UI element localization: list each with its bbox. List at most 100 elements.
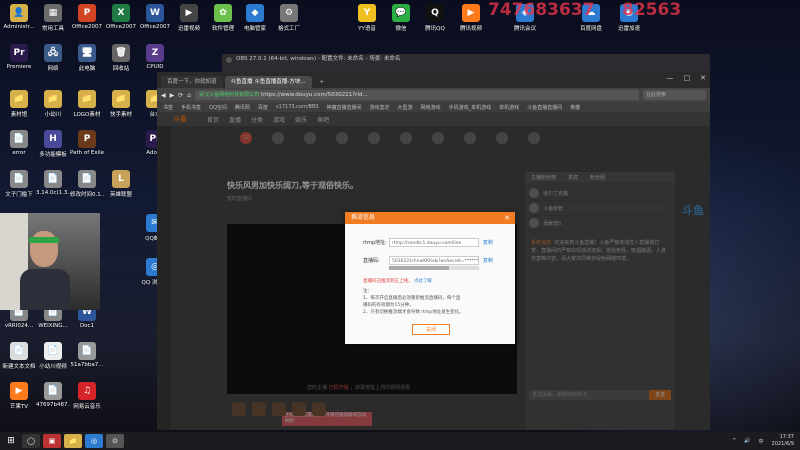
desktop-icon[interactable]: 📄 文子门槛下 [2,170,36,198]
desktop-app-icon: H [44,130,62,148]
desktop-icon-label: WEIXING... [38,323,68,329]
desktop-app-icon: ✿ [214,4,232,22]
desktop-icon[interactable]: 📁 快手素材 [104,90,138,118]
desktop-icon[interactable]: Y YY语音 [350,4,384,32]
home-icon[interactable]: ⌂ [187,92,191,99]
desktop-icon-label: YY语音 [358,26,376,32]
desktop-icon[interactable]: 💬 微信 [384,4,418,32]
copy-code-button[interactable]: 复制 [483,257,493,264]
desktop-icon[interactable]: 📄 修改时间0.1... [70,170,104,198]
obs-window-titlebar[interactable]: OBS 27.0.1 (64-bit, windows) - 配置文件: 未命名… [222,54,710,72]
desktop-icon[interactable]: P Path of Exile [70,130,104,156]
bookmark-item[interactable]: 手机书签 [181,104,201,111]
desktop-icon[interactable]: ▶ 芒果TV [2,382,36,410]
desktop-icon-label: Doc1 [79,323,95,329]
desktop-icon[interactable]: 🖥 此电脑 [70,44,104,72]
desktop-icon[interactable]: 📄 error [2,130,36,156]
code-field[interactable]: 5030221rhnwKKhx&?wsSecret=******* [389,256,479,265]
tab-douyu[interactable]: 斗鱼直播 斗鱼直播直播-方块... [224,76,312,88]
bookmark-item[interactable]: 斗鱼直播直播间 [527,104,562,111]
desktop-icon[interactable]: 📄 47697b487... [36,382,70,408]
bookmark-item[interactable]: 手机游戏_单机游戏 [449,104,492,111]
scrollbar-thumb[interactable] [389,266,449,270]
desktop-icon[interactable]: Q 腾讯QQ [418,4,452,32]
desktop-app-icon: 📄 [10,170,28,188]
desktop-icon[interactable]: 📄 51a7bba7... [70,342,104,368]
ime-icon[interactable]: 中 [759,438,764,445]
bookmark-item[interactable]: c17173.com/BBS [276,104,319,110]
desktop-icon[interactable]: ▦ 常用工具 [36,4,70,32]
desktop-icon[interactable]: W Office2007 [138,4,172,30]
desktop-icon[interactable]: X Office2007 [104,4,138,30]
code-scrollbar[interactable] [389,266,479,270]
desktop-icon[interactable]: 📁 素材馆 [2,90,36,118]
bookmark-item[interactable]: 大型游 [398,104,413,111]
desktop-icon[interactable]: H 多功能模板 [36,130,70,158]
bookmark-item[interactable]: QQ空间 [209,104,227,111]
new-tab-button[interactable]: + [314,76,331,88]
desktop-icon[interactable]: 📄 3.14.0c(1.3... [36,170,70,196]
bookmark-item[interactable]: 单机游戏 [499,104,519,111]
refresh-icon[interactable]: ⟳ [178,92,183,99]
volume-icon[interactable]: 🔊 [744,438,750,444]
desktop-icon[interactable]: 🖧 网络 [36,44,70,72]
desktop-icon[interactable]: ⚙ 格式工厂 [272,4,306,32]
desktop-icon-label: 多功能模板 [39,152,67,158]
warning-main: 直播码已推流到正上线， [363,279,413,284]
desktop-icon[interactable]: ◆ 电脑管家 [238,4,272,32]
url-field[interactable]: 武汉斗鱼网络科技有限公司 https://www.douyu.com/50302… [195,90,639,100]
bookmark-item[interactable]: 网络游戏 [421,104,441,111]
desktop-icon-label: error [12,150,26,156]
desktop-app-icon: 📄 [44,170,62,188]
desktop-icon[interactable]: Z CPUID [138,44,172,70]
desktop-icon[interactable]: 📁 小幼川 [36,90,70,118]
bookmark-item[interactable]: 书签 [163,104,173,111]
tab-baidu[interactable]: 百度一下，你就知道 [161,76,223,88]
close-window-button[interactable]: ✕ [700,74,706,82]
desktop-app-icon: 📁 [10,90,28,108]
system-tray: ^ 🔊 中 17:37 2021/6/9 [732,432,794,450]
desktop-app-icon: W [146,4,164,22]
tray-expand-icon[interactable]: ^ [732,438,736,444]
close-modal-button[interactable]: 关闭 [412,324,450,335]
webcam-overlay [0,213,100,310]
taskbar-app-icon[interactable]: 📁 [64,434,82,448]
desktop-icon[interactable]: P Office2007 [70,4,104,30]
taskbar-app-icon[interactable]: ◯ [22,434,40,448]
desktop-icon[interactable]: 👤 Administr... [2,4,36,30]
bookmark-item[interactable]: 腾讯网 [235,104,250,111]
overlay-number-left: 747683637 [488,0,595,20]
browser-search-input[interactable]: 在此搜索 [643,90,706,100]
taskbar-app-icon[interactable]: ◎ [85,434,103,448]
forward-icon[interactable]: ▶ [170,92,175,99]
maximize-button[interactable]: □ [684,74,691,82]
desktop-icon[interactable]: Pr Premiere [2,44,36,70]
desktop-app-icon: Q [426,4,444,22]
desktop-icon[interactable]: ♫ 网易云音乐 [70,382,104,410]
taskbar-app-icon[interactable]: ▣ [43,434,61,448]
close-icon[interactable]: ✕ [504,212,510,224]
windows-start-icon[interactable]: ⊞ [0,432,22,450]
desktop-icon-label: 此电脑 [78,66,96,72]
desktop-icon[interactable]: ✿ 软件管理 [206,4,240,32]
back-icon[interactable]: ◀ [161,92,166,99]
desktop-icon[interactable]: L 英雄联盟 [104,170,138,198]
bookmark-item[interactable]: 神魔直播直播间 [327,104,362,111]
desktop-icon[interactable]: 📄 小幼川视频 [36,342,70,370]
desktop-icon-label: Office2007 [105,24,137,30]
bookmark-item[interactable]: 游戏鉴定 [370,104,390,111]
taskbar-app-icon[interactable]: ⊙ [106,434,124,448]
minimize-button[interactable]: — [667,74,674,82]
desktop-icon[interactable]: 📄 新建文本文档 [2,342,36,370]
rtmp-field[interactable]: rtmp://sendtc1.douyu.com/live [389,238,479,247]
desktop-icon[interactable]: 📁 LOGO素材 [70,90,104,118]
clock[interactable]: 17:37 2021/6/9 [772,434,794,448]
desktop-icon[interactable]: ▶ 迅雷视频 [172,4,206,32]
desktop-icon-label: 3.14.0c(1.3... [36,190,70,196]
warning-link[interactable]: 点此了解 [414,279,432,284]
copy-rtmp-button[interactable]: 复制 [483,239,493,246]
bookmark-item[interactable]: 英雄 [570,104,580,111]
bookmark-item[interactable]: 百度 [258,104,268,111]
desktop-icon[interactable]: 🗑 回收站 [104,44,138,72]
desktop-icon[interactable]: ▶ 腾讯视频 [454,4,488,32]
